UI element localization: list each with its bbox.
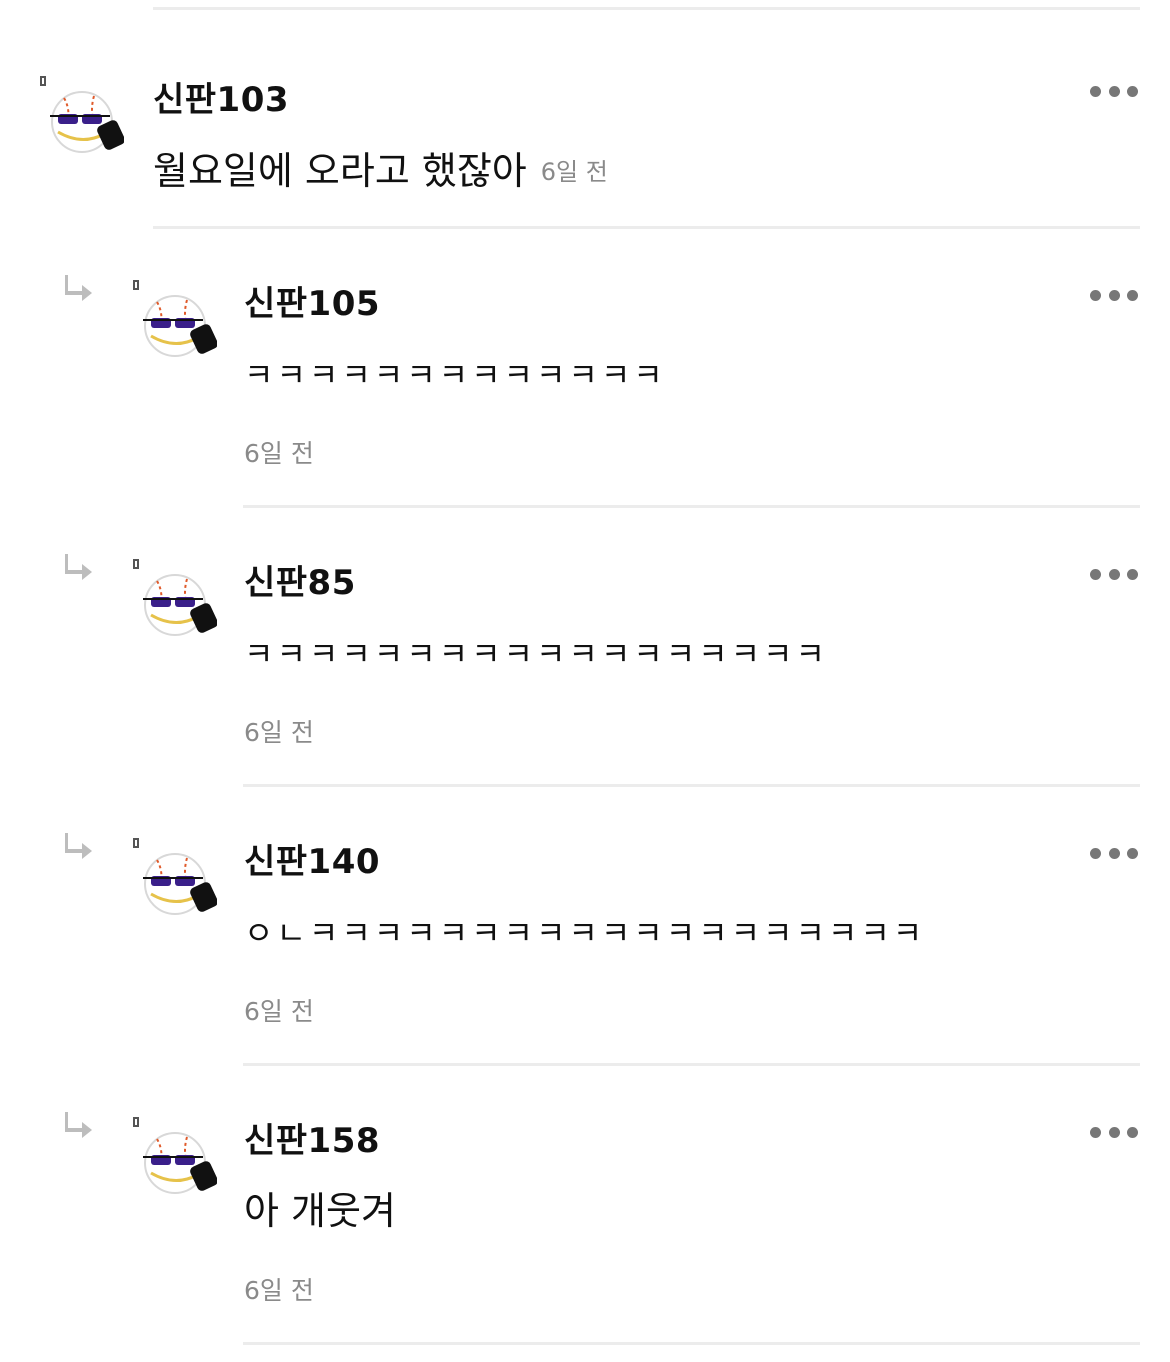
- more-options-icon: [1127, 847, 1138, 859]
- more-options-icon: [1108, 1126, 1120, 1138]
- comment-text: 월요일에 오라고 했잖아 6일 전: [153, 140, 608, 195]
- top-divider: [153, 7, 1140, 10]
- more-options-button[interactable]: [1090, 287, 1138, 303]
- avatar[interactable]: [44, 88, 124, 158]
- comment-text: 아 개웃겨: [244, 1189, 396, 1233]
- more-options-icon: [1108, 85, 1120, 97]
- timestamp: 6일 전: [540, 158, 608, 186]
- username[interactable]: 신판158: [244, 1113, 380, 1162]
- more-options-icon: [1127, 1126, 1138, 1138]
- status-marker-icon: [133, 1117, 139, 1127]
- status-marker-icon: [40, 76, 46, 86]
- comment-text: ㅋㅋㅋㅋㅋㅋㅋㅋㅋㅋㅋㅋㅋ: [244, 356, 666, 394]
- more-options-icon: [1108, 847, 1120, 859]
- status-marker-icon: [133, 280, 139, 290]
- comment-text: ㅇㄴㅋㅋㅋㅋㅋㅋㅋㅋㅋㅋㅋㅋㅋㅋㅋㅋㅋㅋㅋ: [244, 914, 926, 952]
- more-options-icon: [1090, 847, 1101, 859]
- avatar[interactable]: [137, 292, 217, 362]
- username[interactable]: 신판140: [244, 834, 380, 883]
- comment-body: 월요일에 오라고 했잖아: [153, 149, 527, 193]
- timestamp: 6일 전: [244, 997, 314, 1026]
- more-options-button[interactable]: [1090, 83, 1138, 99]
- more-options-icon: [1090, 85, 1101, 97]
- more-options-icon: [1108, 568, 1120, 580]
- reply-divider: [243, 1342, 1140, 1345]
- avatar[interactable]: [137, 571, 217, 641]
- more-options-icon: [1090, 1126, 1101, 1138]
- status-marker-icon: [133, 559, 139, 569]
- reply-arrow-icon: [65, 275, 92, 301]
- more-options-icon: [1090, 568, 1101, 580]
- more-options-icon: [1127, 289, 1138, 301]
- more-options-button[interactable]: [1090, 845, 1138, 861]
- more-options-icon: [1090, 289, 1101, 301]
- more-options-icon: [1108, 289, 1120, 301]
- reply-arrow-icon: [65, 833, 92, 859]
- timestamp: 6일 전: [244, 439, 314, 468]
- avatar[interactable]: [137, 1129, 217, 1199]
- reply-divider: [243, 1063, 1140, 1066]
- timestamp: 6일 전: [244, 718, 314, 747]
- status-marker-icon: [133, 838, 139, 848]
- reply-arrow-icon: [65, 1112, 92, 1138]
- comment-text: ㅋㅋㅋㅋㅋㅋㅋㅋㅋㅋㅋㅋㅋㅋㅋㅋㅋㅋ: [244, 635, 828, 673]
- more-options-button[interactable]: [1090, 566, 1138, 582]
- reply-arrow-icon: [65, 554, 92, 580]
- reply-divider: [243, 784, 1140, 787]
- username[interactable]: 신판85: [244, 555, 356, 604]
- more-options-icon: [1127, 568, 1138, 580]
- reply-divider: [243, 505, 1140, 508]
- username[interactable]: 신판103: [153, 72, 289, 121]
- more-options-icon: [1127, 85, 1138, 97]
- more-options-button[interactable]: [1090, 1124, 1138, 1140]
- comment-divider: [153, 226, 1140, 229]
- username[interactable]: 신판105: [244, 276, 380, 325]
- avatar[interactable]: [137, 850, 217, 920]
- timestamp: 6일 전: [244, 1276, 314, 1305]
